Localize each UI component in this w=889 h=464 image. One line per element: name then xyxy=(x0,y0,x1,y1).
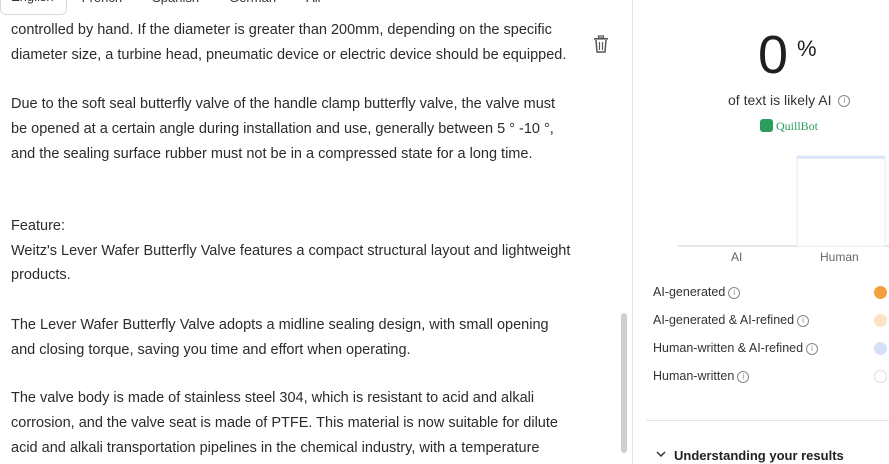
chart-bar-human xyxy=(796,155,886,247)
editor-line: be opened at a certain angle during inst… xyxy=(11,121,554,137)
text-editor[interactable]: controlled by hand. If the diameter is g… xyxy=(0,0,633,464)
legend-label: AI-generated xyxy=(653,285,726,299)
info-icon[interactable]: i xyxy=(806,342,819,355)
chevron-down-icon[interactable] xyxy=(656,450,666,458)
tab-german[interactable]: German xyxy=(214,0,291,16)
editor-line: Due to the soft seal butterfly valve of … xyxy=(11,96,556,112)
info-icon[interactable]: i xyxy=(838,95,851,108)
legend-item-ai-generated: AI-generated i xyxy=(653,285,741,299)
editor-line: diameter size, a turbine head, pneumatic… xyxy=(11,47,567,63)
ai-likely-label: of text is likely AI i xyxy=(728,92,851,108)
understanding-results-toggle[interactable]: Understanding your results xyxy=(674,448,844,463)
tab-all[interactable]: All xyxy=(291,0,335,16)
legend-item-ai-generated-refined: AI-generated & AI-refined i xyxy=(653,313,810,327)
tab-spanish[interactable]: Spanish xyxy=(137,0,214,16)
tab-english[interactable]: English xyxy=(0,0,67,15)
language-tabs: English French Spanish German All xyxy=(0,0,336,16)
editor-line: corrosion, and the valve seat is made of… xyxy=(11,415,558,431)
legend-swatch-ai-generated-refined xyxy=(874,314,887,327)
editor-line: acid and alkali transportation pipelines… xyxy=(11,440,540,456)
editor-line: Feature: xyxy=(11,218,65,234)
ai-likely-text: of text is likely AI xyxy=(728,92,832,108)
trash-icon[interactable] xyxy=(593,35,609,53)
editor-line: Weitz's Lever Wafer Butterfly Valve feat… xyxy=(11,243,571,259)
info-icon[interactable]: i xyxy=(737,370,750,383)
ai-human-chart xyxy=(678,155,889,247)
ai-score-unit: % xyxy=(797,36,817,61)
quillbot-logo-icon xyxy=(760,119,773,132)
legend-swatch-human-written xyxy=(874,370,887,383)
editor-line: The Lever Wafer Butterfly Valve adopts a… xyxy=(11,317,549,333)
info-icon[interactable]: i xyxy=(728,286,741,299)
chart-tick-label-ai: AI xyxy=(731,250,743,264)
editor-line: and the sealing surface rubber must not … xyxy=(11,146,533,162)
legend-label: Human-written xyxy=(653,369,735,383)
info-icon[interactable]: i xyxy=(797,314,810,327)
legend-item-human-written: Human-written i xyxy=(653,369,750,383)
editor-line: The valve body is made of stainless stee… xyxy=(11,390,535,406)
legend-swatch-human-ai-refined xyxy=(874,342,887,355)
chart-bar-cap-human xyxy=(797,156,885,159)
legend-swatch-ai-generated xyxy=(874,286,887,299)
brand-name: QuillBot xyxy=(776,119,819,133)
divider xyxy=(646,420,889,421)
editor-line: and closing torque, saving you time and … xyxy=(11,342,411,358)
chart-tick-label-human: Human xyxy=(820,250,859,264)
tab-french[interactable]: French xyxy=(67,0,137,16)
ai-score-value: 0 xyxy=(758,25,788,85)
brand: QuillBot xyxy=(760,119,818,134)
editor-line: controlled by hand. If the diameter is g… xyxy=(11,22,552,38)
scrollbar-thumb[interactable] xyxy=(621,313,627,453)
legend-label: AI-generated & AI-refined xyxy=(653,313,795,327)
legend-label: Human-written & AI-refined xyxy=(653,341,804,355)
legend-item-human-ai-refined: Human-written & AI-refined i xyxy=(653,341,819,355)
editor-line: products. xyxy=(11,267,71,283)
